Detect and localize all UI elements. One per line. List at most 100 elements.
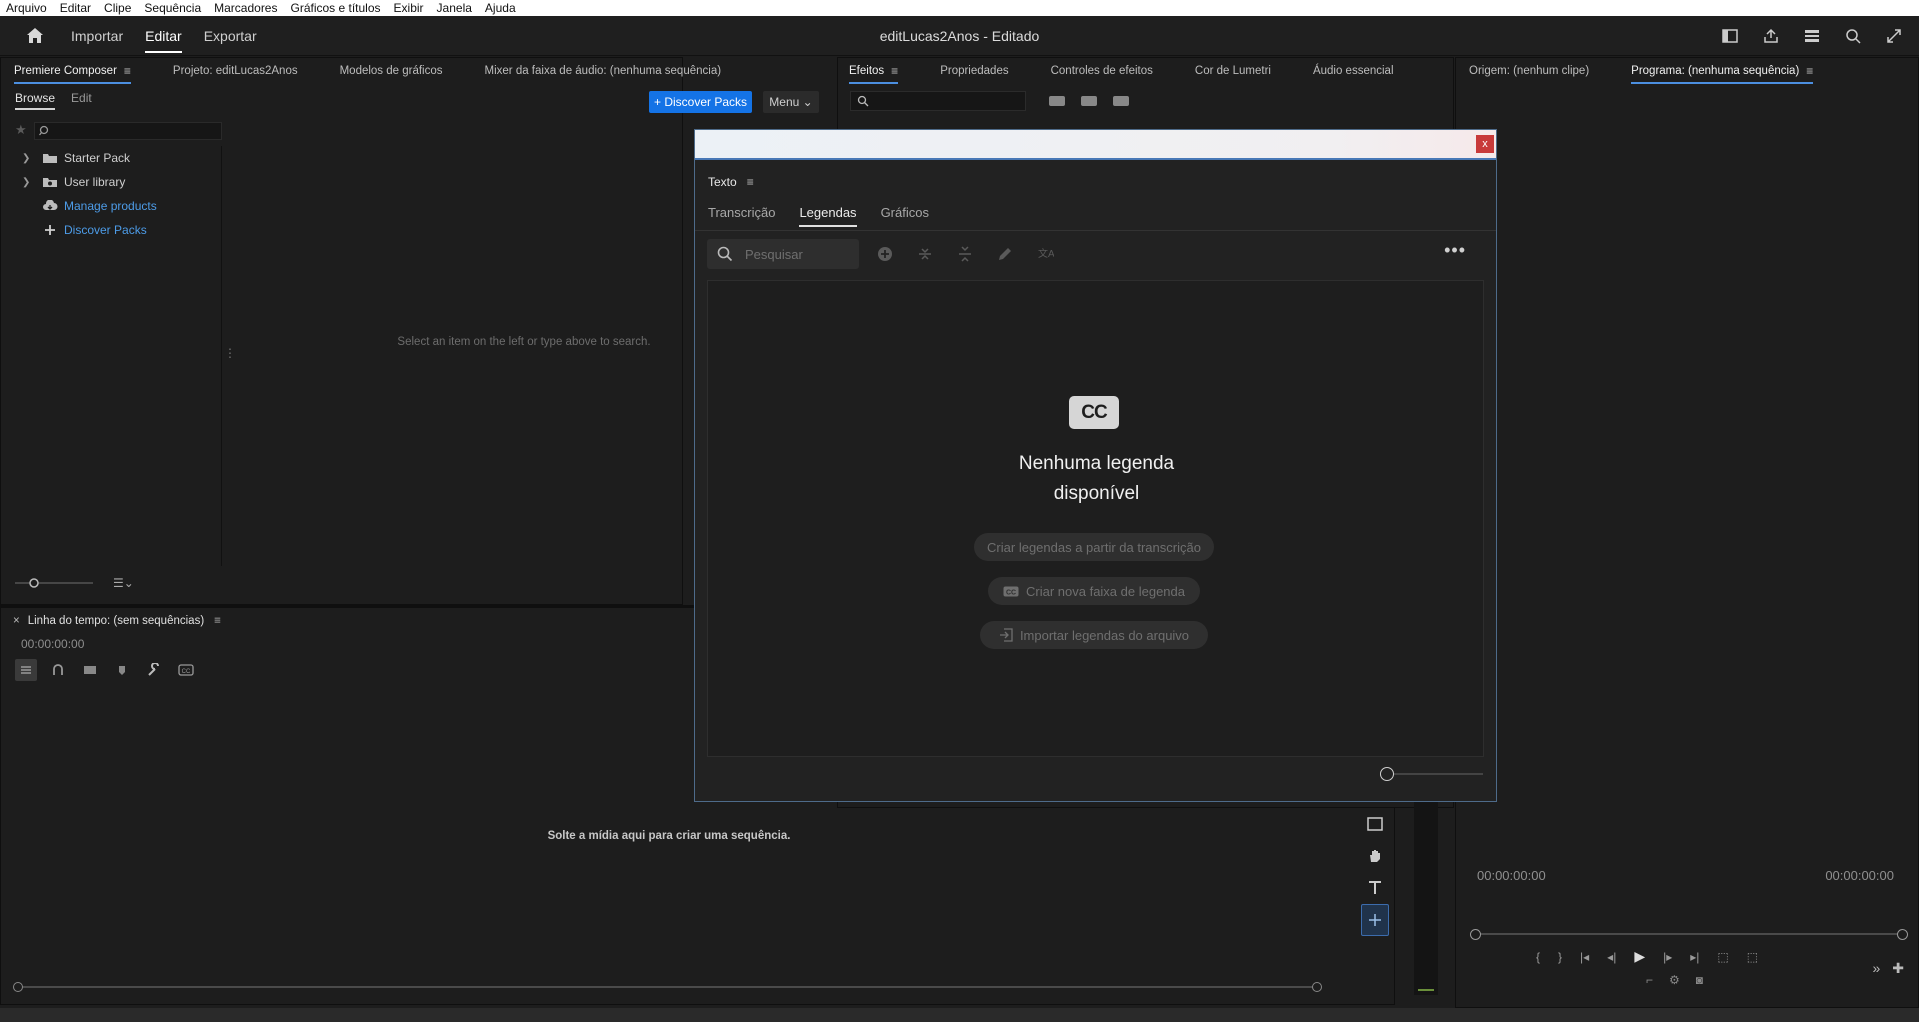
play-icon[interactable]: ▶ xyxy=(1634,948,1645,965)
tab-propriedades[interactable]: Propriedades xyxy=(940,65,1008,77)
close-icon[interactable]: × xyxy=(13,615,20,627)
add-marker-icon[interactable] xyxy=(111,659,133,681)
vr-video-icon[interactable]: ⚙ xyxy=(1669,973,1680,987)
tab-efeitos[interactable]: Efeitos ≡ xyxy=(849,64,899,84)
linked-selection-icon[interactable] xyxy=(79,659,101,681)
nest-sequence-icon[interactable] xyxy=(15,659,37,681)
type-tool-icon[interactable] xyxy=(1361,872,1389,904)
chevron-right-icon[interactable]: ❯ xyxy=(22,177,40,188)
search-help-icon[interactable] xyxy=(1842,25,1864,47)
tab-projeto[interactable]: Projeto: editLucas2Anos xyxy=(173,65,298,77)
menu-clipe[interactable]: Clipe xyxy=(104,1,131,15)
32bit-effects-icon[interactable] xyxy=(1080,94,1098,108)
discover-packs-button[interactable]: + Discover Packs xyxy=(649,91,752,113)
window-titlebar[interactable]: x xyxy=(695,130,1496,160)
lift-icon[interactable]: ⬚ xyxy=(1717,950,1728,964)
timeline-horizontal-scrollbar[interactable] xyxy=(13,982,1322,992)
add-caption-icon[interactable] xyxy=(875,244,895,264)
mark-in-icon[interactable]: { xyxy=(1536,950,1540,964)
tab-menu-icon[interactable]: ≡ xyxy=(1806,64,1813,78)
create-caption-track-button[interactable]: CC Criar nova faixa de legenda xyxy=(988,577,1200,605)
fullscreen-icon[interactable] xyxy=(1883,25,1905,47)
import-captions-button[interactable]: Importar legendas do arquivo xyxy=(980,621,1208,649)
tab-cor-lumetri[interactable]: Cor de Lumetri xyxy=(1195,65,1271,77)
tab-menu-icon[interactable]: ≡ xyxy=(891,64,898,78)
snap-icon[interactable] xyxy=(47,659,69,681)
yuv-effects-icon[interactable] xyxy=(1112,94,1130,108)
create-from-transcript-button[interactable]: Criar legendas a partir da transcrição xyxy=(974,533,1214,561)
mode-editar[interactable]: Editar xyxy=(145,16,182,56)
tab-audio-essencial[interactable]: Áudio essencial xyxy=(1313,65,1394,77)
playhead-timecode[interactable]: 00:00:00:00 xyxy=(1477,868,1546,883)
thumbnail-size-slider[interactable] xyxy=(15,577,95,589)
captions-content-area: CC Nenhuma legenda disponível Criar lege… xyxy=(707,280,1484,757)
tree-item-manage-products[interactable]: Manage products xyxy=(14,194,221,218)
split-caption-icon[interactable] xyxy=(915,244,935,264)
tree-item-starter-pack[interactable]: ❯ Starter Pack xyxy=(14,146,221,170)
view-mode-icon[interactable]: ☰⌄ xyxy=(113,576,134,590)
tab-controles-efeitos[interactable]: Controles de efeitos xyxy=(1051,65,1153,77)
panels-icon[interactable] xyxy=(1801,25,1823,47)
panel-resize-handle[interactable]: ⋮ xyxy=(224,346,236,360)
mark-out-icon[interactable]: } xyxy=(1558,950,1562,964)
home-icon[interactable] xyxy=(26,27,44,44)
go-to-out-icon[interactable]: ▸| xyxy=(1690,950,1699,964)
tab-origem[interactable]: Origem: (nenhum clipe) xyxy=(1469,65,1589,77)
star-icon[interactable]: ★ xyxy=(15,122,27,138)
menu-arquivo[interactable]: Arquivo xyxy=(6,1,47,15)
workspace-icon[interactable] xyxy=(1719,25,1741,47)
captions-search-input[interactable]: Pesquisar xyxy=(707,239,859,269)
menu-dropdown-button[interactable]: Menu ⌄ xyxy=(763,91,819,113)
hand-tool-icon[interactable] xyxy=(1361,840,1389,872)
library-search-input[interactable] xyxy=(34,122,222,140)
tab-menu-icon[interactable]: ≡ xyxy=(124,64,131,78)
menu-graficos[interactable]: Gráficos e títulos xyxy=(290,1,380,15)
translate-icon[interactable]: 文A xyxy=(1035,244,1055,264)
timeline-tab[interactable]: × Linha do tempo: (sem sequências) ≡ xyxy=(13,615,221,627)
timeline-timecode[interactable]: 00:00:00:00 xyxy=(21,637,84,651)
menu-sequencia[interactable]: Sequência xyxy=(144,1,201,15)
rectangle-tool-icon[interactable] xyxy=(1361,808,1389,840)
subtab-browse[interactable]: Browse xyxy=(15,91,56,110)
program-scrubber[interactable] xyxy=(1470,929,1908,940)
zoom-slider[interactable] xyxy=(1380,767,1483,781)
go-to-in-icon[interactable]: |◂ xyxy=(1580,950,1589,964)
merge-caption-icon[interactable] xyxy=(955,244,975,264)
tree-item-discover-packs[interactable]: Discover Packs xyxy=(14,218,221,242)
more-options-icon[interactable]: ••• xyxy=(1444,240,1466,261)
button-editor-icon[interactable]: ✚ xyxy=(1892,960,1904,977)
share-icon[interactable] xyxy=(1760,25,1782,47)
menu-janela[interactable]: Janela xyxy=(437,1,472,15)
mode-exportar[interactable]: Exportar xyxy=(204,16,257,56)
wrench-icon[interactable] xyxy=(143,659,165,681)
track-select-tool-icon[interactable] xyxy=(1361,904,1389,936)
captions-icon[interactable]: CC xyxy=(175,659,197,681)
step-back-icon[interactable]: ◂| xyxy=(1607,950,1616,964)
accelerated-effects-icon[interactable] xyxy=(1048,94,1066,108)
panel-menu-icon[interactable]: ≡ xyxy=(747,175,754,189)
tab-menu-icon[interactable]: ≡ xyxy=(214,615,221,627)
tab-modelos-graficos[interactable]: Modelos de gráficos xyxy=(340,65,443,77)
chevron-right-icon[interactable]: ❯ xyxy=(22,153,40,164)
export-frame-icon[interactable]: ◙ xyxy=(1696,973,1703,987)
more-controls-icon[interactable]: » xyxy=(1872,960,1880,977)
safe-margins-icon[interactable]: ⌐ xyxy=(1646,973,1653,987)
tab-premiere-composer[interactable]: Premiere Composer ≡ xyxy=(14,64,131,84)
tree-item-user-library[interactable]: ❯ User library xyxy=(14,170,221,194)
menu-editar[interactable]: Editar xyxy=(60,1,91,15)
subtab-edit[interactable]: Edit xyxy=(71,91,92,110)
extract-icon[interactable]: ⬚ xyxy=(1747,950,1758,964)
tab-legendas[interactable]: Legendas xyxy=(799,205,857,227)
menu-ajuda[interactable]: Ajuda xyxy=(485,1,516,15)
tab-graficos[interactable]: Gráficos xyxy=(881,205,929,220)
step-forward-icon[interactable]: |▸ xyxy=(1663,950,1672,964)
edit-pencil-icon[interactable] xyxy=(995,244,1015,264)
tab-mixer-audio[interactable]: Mixer da faixa de áudio: (nenhuma sequên… xyxy=(485,65,722,77)
tab-transcricao[interactable]: Transcrição xyxy=(708,205,775,220)
menu-exibir[interactable]: Exibir xyxy=(394,1,424,15)
menu-marcadores[interactable]: Marcadores xyxy=(214,1,277,15)
close-button[interactable]: x xyxy=(1476,135,1494,153)
effects-search-input[interactable] xyxy=(850,91,1026,111)
mode-importar[interactable]: Importar xyxy=(71,16,123,56)
tab-programa[interactable]: Programa: (nenhuma sequência) ≡ xyxy=(1631,64,1814,84)
